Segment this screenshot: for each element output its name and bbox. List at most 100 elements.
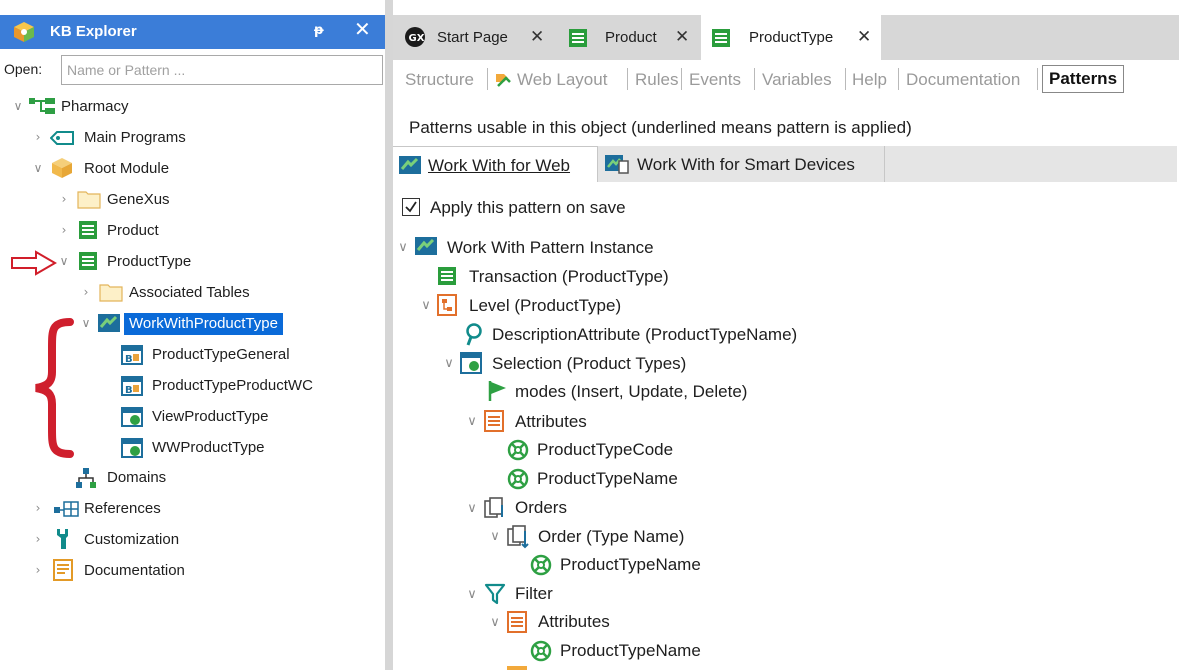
domains-icon xyxy=(76,468,96,488)
attribute-icon xyxy=(530,554,552,576)
attributes-icon xyxy=(507,611,527,633)
tab-work-with-for-web[interactable]: Work With for Web xyxy=(393,146,598,182)
folder-icon xyxy=(77,191,101,209)
tab-start-page[interactable]: GX Start Page ✕ xyxy=(393,15,553,60)
chevron-right-icon[interactable]: › xyxy=(32,129,44,145)
close-tab-icon[interactable]: ✕ xyxy=(675,27,689,47)
svg-text:GX: GX xyxy=(409,33,425,44)
tab-help[interactable]: Help xyxy=(852,70,887,90)
transaction-icon xyxy=(79,252,97,270)
chevron-right-icon[interactable]: › xyxy=(58,191,70,207)
object-part-tabs: Structure Web Layout Rules Events Variab… xyxy=(393,60,1179,100)
tree-item-genexus[interactable]: GeneXus xyxy=(107,191,170,209)
transaction-icon xyxy=(712,29,730,47)
kb-explorer-panel: KB Explorer ᵽ ✕ Open: ∨ Pharmacy › Main … xyxy=(0,0,385,670)
references-icon xyxy=(54,501,79,517)
chevron-right-icon[interactable]: › xyxy=(32,562,44,578)
tree-item-product[interactable]: Product xyxy=(107,222,159,240)
genexus-logo-icon: GX xyxy=(405,27,425,47)
chevron-down-icon[interactable]: ∨ xyxy=(466,586,478,604)
tree-item-wwproducttype[interactable]: WWProductType xyxy=(152,439,265,457)
chevron-down-icon[interactable]: ∨ xyxy=(489,614,501,632)
node-level[interactable]: Level (ProductType) xyxy=(469,296,621,316)
tab-work-with-for-smart-devices[interactable]: Work With for Smart Devices xyxy=(599,146,885,182)
tab-structure[interactable]: Structure xyxy=(405,70,474,90)
chevron-right-icon[interactable]: › xyxy=(80,284,92,300)
chevron-right-icon[interactable]: › xyxy=(32,531,44,547)
chevron-down-icon[interactable]: ∨ xyxy=(466,413,478,431)
modes-flag-icon xyxy=(488,381,506,401)
tree-item-producttype[interactable]: ProductType xyxy=(107,253,191,271)
documentation-icon xyxy=(53,559,73,581)
document-tab-bar: GX Start Page ✕ Product ✕ ProductType ✕ xyxy=(393,15,1179,60)
node-filter-attr-producttypename[interactable]: ProductTypeName xyxy=(560,641,701,661)
node-order[interactable]: Order (Type Name) xyxy=(538,527,684,547)
node-attributes[interactable]: Attributes xyxy=(515,412,587,432)
web-panel-icon xyxy=(121,407,143,427)
tab-rules[interactable]: Rules xyxy=(635,70,678,90)
node-order-attr-producttypename[interactable]: ProductTypeName xyxy=(560,555,701,575)
tree-item-pharmacy[interactable]: Pharmacy xyxy=(61,98,129,116)
node-transaction[interactable]: Transaction (ProductType) xyxy=(469,267,669,287)
module-icon xyxy=(52,158,72,178)
close-panel-icon[interactable]: ✕ xyxy=(354,19,371,39)
editor-panel: GX Start Page ✕ Product ✕ ProductType ✕ … xyxy=(393,0,1179,670)
transaction-icon xyxy=(569,29,587,47)
level-icon xyxy=(437,294,457,316)
tree-item-references[interactable]: References xyxy=(84,500,161,518)
pin-icon[interactable]: ᵽ xyxy=(314,23,324,38)
tab-variables[interactable]: Variables xyxy=(762,70,832,90)
work-with-pattern-icon xyxy=(399,156,421,174)
node-description-attribute[interactable]: DescriptionAttribute (ProductTypeName) xyxy=(492,325,797,345)
open-search-input[interactable] xyxy=(61,55,383,85)
tree-item-workwithproducttype[interactable]: WorkWithProductType xyxy=(124,313,283,335)
chevron-down-icon[interactable]: ∨ xyxy=(443,355,455,373)
tree-item-root-module[interactable]: Root Module xyxy=(84,160,169,178)
attribute-icon xyxy=(530,640,552,662)
node-attr-producttypecode[interactable]: ProductTypeCode xyxy=(537,440,673,460)
chevron-right-icon[interactable]: › xyxy=(32,500,44,516)
chevron-down-icon[interactable]: ∨ xyxy=(58,253,70,269)
node-orders[interactable]: Orders xyxy=(515,498,567,518)
tree-item-producttypegeneral[interactable]: ProductTypeGeneral xyxy=(152,346,290,364)
apply-pattern-checkbox[interactable] xyxy=(402,198,420,216)
web-layout-icon xyxy=(496,74,511,87)
wrench-icon xyxy=(57,529,68,549)
chevron-down-icon[interactable]: ∨ xyxy=(32,160,44,176)
tree-item-documentation[interactable]: Documentation xyxy=(84,562,185,580)
node-filter[interactable]: Filter xyxy=(515,584,553,604)
tab-product-label: Product xyxy=(605,29,657,46)
node-filter-attributes[interactable]: Attributes xyxy=(538,612,610,632)
tree-item-customization[interactable]: Customization xyxy=(84,531,179,549)
tree-item-producttypeproductwc[interactable]: ProductTypeProductWC xyxy=(152,377,313,395)
close-tab-icon[interactable]: ✕ xyxy=(857,27,871,47)
node-work-with-pattern-instance[interactable]: Work With Pattern Instance xyxy=(447,238,654,258)
tab-events[interactable]: Events xyxy=(689,70,741,90)
tab-producttype[interactable]: ProductType ✕ xyxy=(701,15,881,60)
tree-item-associated-tables[interactable]: Associated Tables xyxy=(129,284,250,302)
chevron-down-icon[interactable]: ∨ xyxy=(466,500,478,518)
pattern-tabs: Work With for Web Work With for Smart De… xyxy=(393,146,1179,182)
tree-item-domains[interactable]: Domains xyxy=(107,469,166,487)
tree-item-viewproducttype[interactable]: ViewProductType xyxy=(152,408,268,426)
chevron-down-icon[interactable]: ∨ xyxy=(12,98,24,114)
red-arrow-annotation-icon xyxy=(11,250,57,276)
tab-web-layout[interactable]: Web Layout xyxy=(517,70,607,90)
node-attr-producttypename[interactable]: ProductTypeName xyxy=(537,469,678,489)
chevron-down-icon[interactable]: ∨ xyxy=(397,239,409,257)
chevron-down-icon[interactable]: ∨ xyxy=(420,297,432,315)
node-selection[interactable]: Selection (Product Types) xyxy=(492,354,686,374)
main-programs-icon xyxy=(50,131,74,145)
tree-item-main-programs[interactable]: Main Programs xyxy=(84,129,186,147)
chevron-down-icon[interactable]: ∨ xyxy=(80,315,92,331)
kb-root-icon xyxy=(29,98,55,114)
tab-documentation[interactable]: Documentation xyxy=(906,70,1020,90)
chevron-right-icon[interactable]: › xyxy=(58,222,70,238)
selection-icon xyxy=(460,352,482,374)
chevron-down-icon[interactable]: ∨ xyxy=(489,528,501,546)
node-modes[interactable]: modes (Insert, Update, Delete) xyxy=(515,382,747,402)
close-tab-icon[interactable]: ✕ xyxy=(530,27,544,47)
tab-product[interactable]: Product ✕ xyxy=(558,15,701,60)
tab-patterns[interactable]: Patterns xyxy=(1042,65,1125,93)
panel-splitter[interactable] xyxy=(385,0,393,670)
